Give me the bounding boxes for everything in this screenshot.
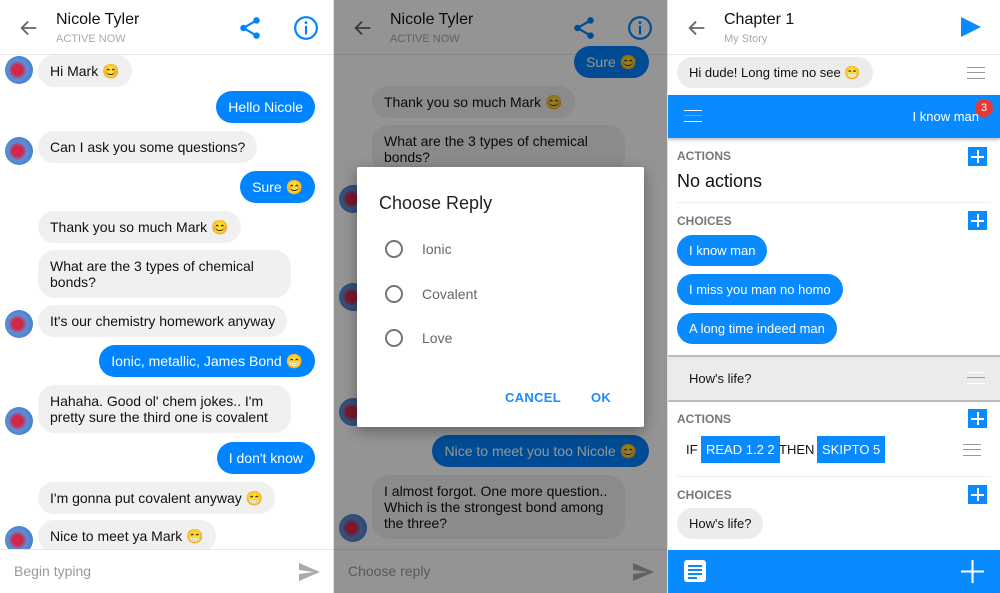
message-incoming: Can I ask you some questions? xyxy=(38,131,258,163)
play-icon[interactable] xyxy=(960,16,982,38)
avatar xyxy=(5,407,33,435)
ok-button[interactable]: OK xyxy=(591,390,611,405)
condition-then: THEN xyxy=(779,442,815,457)
message-incoming: Hahaha. Good ol' chem jokes.. I'm pretty… xyxy=(38,385,291,433)
info-icon[interactable] xyxy=(293,15,319,41)
drag-handle-icon[interactable] xyxy=(967,372,985,384)
choice-chip[interactable]: How's life? xyxy=(677,508,764,539)
option-label: Covalent xyxy=(422,286,478,302)
choice-chip[interactable]: I miss you man no homo xyxy=(677,274,843,305)
condition-if: IF xyxy=(686,442,698,457)
back-arrow-icon[interactable] xyxy=(18,17,40,39)
active-status: ACTIVE NOW xyxy=(56,33,126,45)
notification-badge: 3 xyxy=(975,99,993,117)
chat-screen-choose-reply: Nicole Tyler ACTIVE NOW Sure 😊 Thank you… xyxy=(334,0,667,593)
story-editor-screen: Chapter 1 My Story Hi dude! Long time no… xyxy=(668,0,1000,593)
message-incoming: Nice to meet ya Mark 😁 xyxy=(38,520,216,552)
choices-label: CHOICES xyxy=(677,214,732,228)
send-icon[interactable] xyxy=(297,560,321,584)
radio-button-icon[interactable] xyxy=(385,240,403,258)
choice-chip[interactable]: A long time indeed man xyxy=(677,313,837,344)
message-input[interactable]: Begin typing xyxy=(14,563,91,579)
dialog-title: Choose Reply xyxy=(379,193,493,213)
contact-name: Nicole Tyler xyxy=(56,11,140,28)
message-outgoing: Hello Nicole xyxy=(216,91,315,123)
document-icon[interactable] xyxy=(683,559,707,583)
avatar xyxy=(5,310,33,338)
avatar xyxy=(5,137,33,165)
bottom-toolbar xyxy=(668,550,1000,593)
add-icon[interactable] xyxy=(960,559,985,584)
add-action-icon[interactable] xyxy=(968,409,987,428)
radio-button-icon[interactable] xyxy=(385,285,403,303)
radio-button-icon[interactable] xyxy=(385,329,403,347)
add-choice-icon[interactable] xyxy=(968,485,987,504)
condition-read-tag[interactable]: READ 1.2 2 xyxy=(701,436,780,463)
message-incoming: It's our chemistry homework anyway xyxy=(38,305,288,337)
radio-option-ionic[interactable]: Ionic xyxy=(385,240,452,258)
action-skipto-tag[interactable]: SKIPTO 5 xyxy=(817,436,886,463)
message-incoming: What are the 3 types of chemical bonds? xyxy=(38,250,291,298)
selected-choice-bar[interactable]: I know man 3 xyxy=(668,95,1000,138)
share-icon[interactable] xyxy=(237,15,263,41)
message-outgoing: Ionic, metallic, James Bond 😁 xyxy=(99,345,315,377)
actions-label: ACTIONS xyxy=(677,412,731,426)
add-action-icon[interactable] xyxy=(968,147,987,166)
choices-label: CHOICES xyxy=(677,488,732,502)
actions-label: ACTIONS xyxy=(677,149,731,163)
cancel-button[interactable]: CANCEL xyxy=(505,390,561,405)
story-name: My Story xyxy=(724,33,768,45)
message-input-bar: Begin typing xyxy=(0,549,333,593)
drag-handle-icon[interactable] xyxy=(963,444,981,456)
choose-reply-dialog: Choose Reply Ionic Covalent Love CANCEL … xyxy=(357,167,644,427)
message-outgoing: I don't know xyxy=(216,442,315,474)
back-arrow-icon[interactable] xyxy=(686,17,708,39)
selected-choice-label: I know man xyxy=(912,109,979,124)
option-label: Ionic xyxy=(422,241,452,257)
chapter-title: Chapter 1 xyxy=(724,11,795,28)
add-choice-icon[interactable] xyxy=(968,211,987,230)
message-text: How's life? xyxy=(689,371,752,386)
message-bubble[interactable]: Hi dude! Long time no see 😁 xyxy=(677,57,873,88)
radio-option-covalent[interactable]: Covalent xyxy=(385,285,477,303)
message-row[interactable]: How's life? xyxy=(668,355,1000,402)
radio-option-love[interactable]: Love xyxy=(385,329,452,347)
avatar xyxy=(5,56,33,84)
chat-header: Nicole Tyler ACTIVE NOW xyxy=(0,0,333,55)
message-incoming: I'm gonna put covalent anyway 😁 xyxy=(38,482,276,514)
drag-handle-icon[interactable] xyxy=(967,67,985,79)
message-incoming: Thank you so much Mark 😊 xyxy=(38,211,241,243)
option-label: Love xyxy=(422,330,453,346)
choice-chip[interactable]: I know man xyxy=(677,235,768,266)
no-actions-text: No actions xyxy=(677,171,763,191)
editor-header: Chapter 1 My Story xyxy=(668,0,1000,55)
hamburger-icon[interactable] xyxy=(684,110,702,122)
message-incoming: Hi Mark 😊 xyxy=(38,55,132,87)
message-outgoing: Sure 😊 xyxy=(240,171,315,203)
chat-screen: Nicole Tyler ACTIVE NOW Hi Mark 😊 Hello … xyxy=(0,0,333,593)
